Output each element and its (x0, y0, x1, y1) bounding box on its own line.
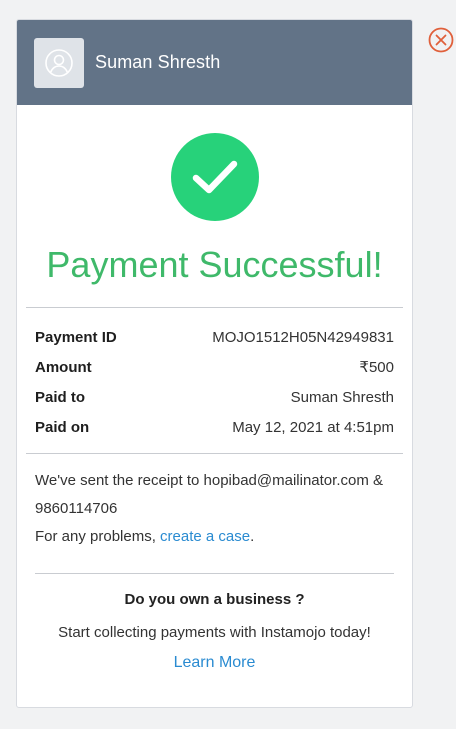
checkmark-icon (192, 160, 237, 194)
card-header: Suman Shresth (17, 20, 412, 105)
success-circle (170, 133, 259, 221)
detail-row-payment-id: Payment ID MOJO1512H05N42949831 (35, 322, 394, 352)
payment-receipt-card: Suman Shresth Payment Successful! Paymen… (16, 19, 413, 708)
receipt-info: We've sent the receipt to hopibad@mailin… (17, 454, 412, 551)
detail-label: Payment ID (35, 328, 117, 346)
detail-row-paid-to: Paid to Suman Shresth (35, 382, 394, 412)
payee-name: Suman Shresth (95, 52, 221, 72)
create-case-link[interactable]: create a case (160, 528, 250, 545)
business-promo: Do you own a business ? Start collecting… (17, 574, 412, 672)
detail-value: May 12, 2021 at 4:51pm (232, 418, 394, 436)
detail-row-paid-on: Paid on May 12, 2021 at 4:51pm (35, 412, 394, 442)
problems-prefix: For any problems, (35, 528, 161, 545)
close-circle-icon (428, 27, 454, 53)
receipt-sent-text: We've sent the receipt to hopibad@mailin… (35, 472, 383, 517)
detail-value: MOJO1512H05N42949831 (212, 328, 394, 346)
payment-details: Payment ID MOJO1512H05N42949831 Amount ₹… (17, 308, 412, 442)
status-title: Payment Successful! (46, 244, 383, 285)
detail-label: Paid to (35, 388, 86, 406)
business-question: Do you own a business ? (124, 591, 305, 608)
user-avatar-icon (45, 48, 73, 77)
business-pitch: Start collecting payments with Instamojo… (58, 624, 371, 641)
problems-suffix: . (250, 528, 255, 545)
detail-value: Suman Shresth (290, 388, 394, 406)
detail-row-amount: Amount ₹500 (35, 352, 394, 382)
problems-line: For any problems, create a case. (35, 523, 394, 551)
detail-label: Paid on (35, 418, 90, 436)
close-button[interactable] (428, 27, 454, 53)
detail-value: ₹500 (359, 359, 394, 376)
success-indicator (17, 133, 412, 221)
detail-label: Amount (35, 358, 92, 376)
avatar (34, 37, 84, 88)
learn-more-link[interactable]: Learn More (174, 654, 256, 672)
